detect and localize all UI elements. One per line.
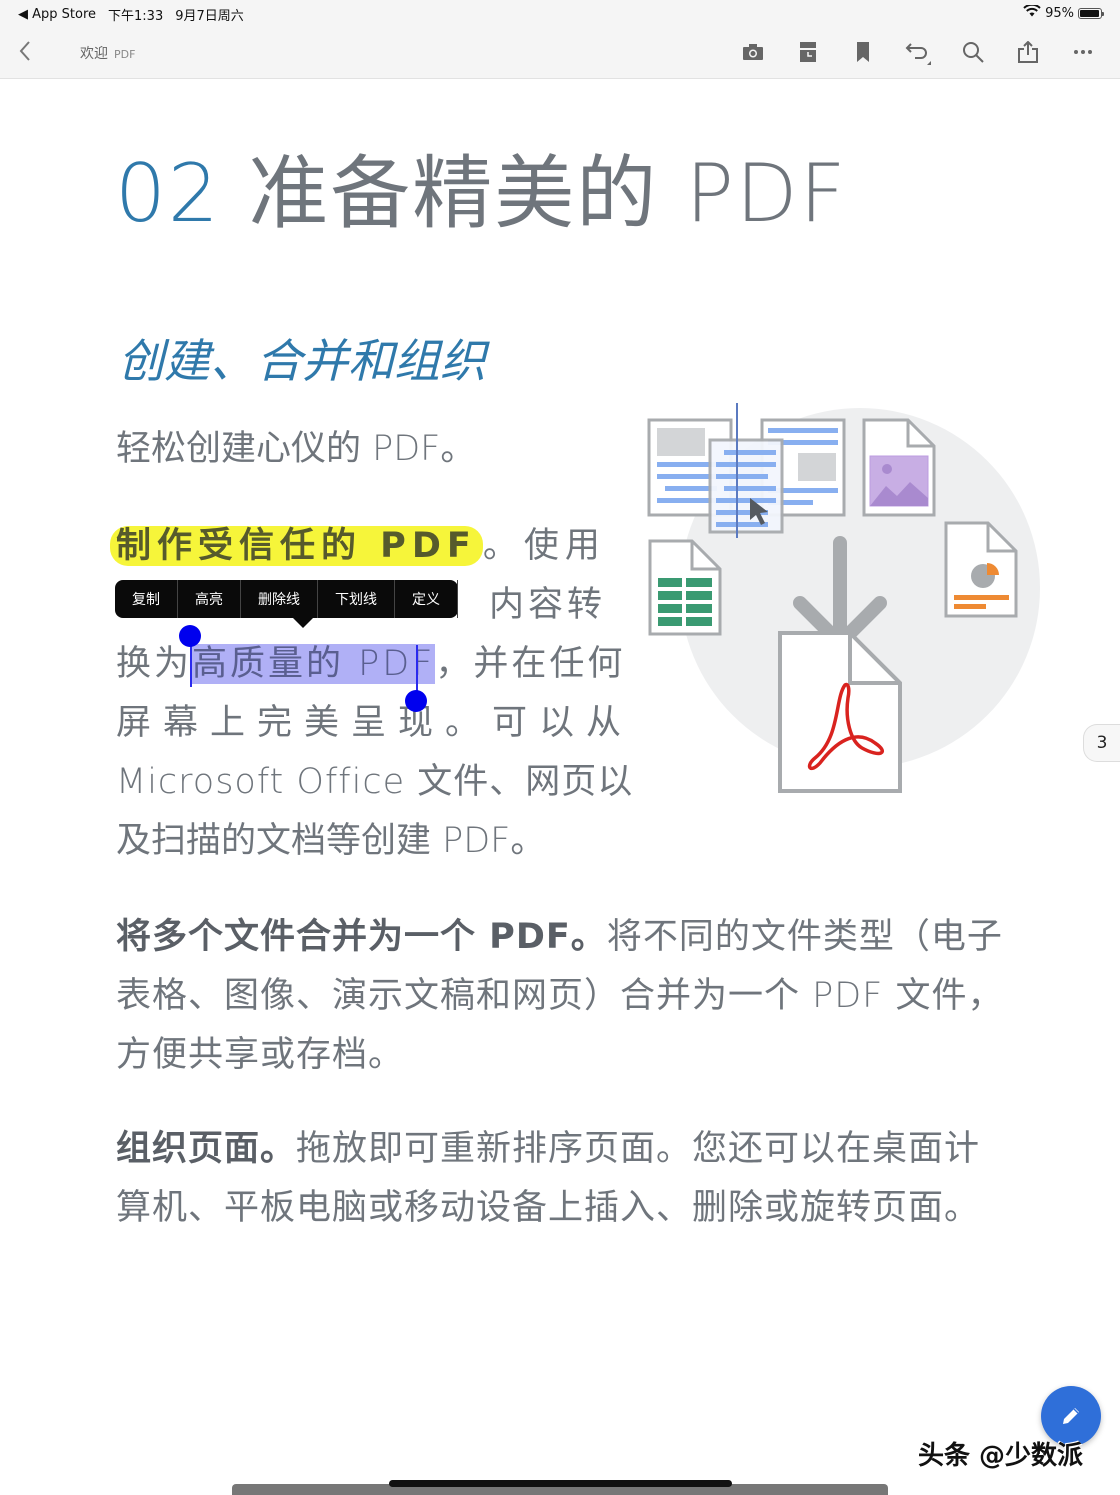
menu-define[interactable]: 定义 [395,580,458,618]
battery-percent: 95% [1045,5,1074,21]
undo-button[interactable] [890,36,945,68]
page-number-indicator[interactable]: 3 [1083,724,1120,762]
para1-line1[interactable]: 制作受信任的 PDF 。使用 [110,517,606,576]
share-button[interactable] [1000,36,1055,68]
search-icon [962,42,984,63]
para1-line4: 屏幕上完美呈现。可以从 [116,703,634,743]
paragraph-organize: 组织页面。拖放即可重新排序页面。您还可以在桌面计算机、平板电脑或移动设备上插入、… [116,1120,1006,1238]
paragraph-combine: 将多个文件合并为一个 PDF。将不同的文件类型（电子表格、图像、演示文稿和网页）… [116,908,1006,1085]
chevron-left-icon [19,41,30,61]
para1-line5: Microsoft Office 文件、网页以 [116,762,634,802]
menu-underline[interactable]: 下划线 [318,580,395,618]
menu-copy[interactable]: 复制 [115,580,178,618]
pages-icon [799,42,816,62]
bookmark-button[interactable] [835,36,890,68]
para1-line1-tail: 。使用 [482,526,606,566]
selection-start-caret [190,645,192,687]
image-document-icon [862,418,936,517]
highlighted-text[interactable]: 制作受信任的 PDF [110,526,483,566]
pencil-icon [1063,1408,1079,1424]
document-title-text: 欢迎 [80,46,108,62]
para1-line6: 及扫描的文档等创建 PDF。 [116,821,546,861]
more-button[interactable] [1055,36,1110,68]
selection-start-handle[interactable] [179,625,201,647]
document-type-label: PDF [114,48,136,61]
create-pdf-illustration [647,403,1040,793]
back-to-app-link[interactable]: ◀ App Store [18,7,96,22]
status-date: 9月7日周六 [175,9,244,24]
intro-paragraph: 轻松创建心仪的 PDF。 [116,429,476,469]
camera-icon [742,44,763,60]
app-toolbar: 欢迎 PDF [0,26,1120,79]
home-indicator[interactable] [389,1480,732,1487]
back-button[interactable] [14,38,36,64]
bookmark-icon [856,42,869,62]
selection-end-caret [416,645,418,691]
text-context-menu: 复制 高亮 删除线 下划线 定义 [115,580,458,628]
paragraph-combine-lead: 将多个文件合并为一个 PDF。 [116,917,607,957]
search-button[interactable] [945,36,1000,68]
status-time: 下午1:33 [108,9,164,24]
document-title: 欢迎 PDF [80,43,135,63]
undo-icon [905,43,931,65]
selection-end-handle[interactable] [405,690,427,712]
wifi-icon [1023,3,1041,21]
para1-line2-tail: 内容转 [489,585,607,625]
page-heading: 02 准备精美的 PDF [115,150,848,238]
section-subheading: 创建、合并和组织 [118,334,486,388]
more-icon [1073,50,1092,54]
toolbar-tools [725,36,1110,68]
heading-number: 02 [115,147,221,240]
para1-before-selection: 换为 [116,644,193,684]
page-thumbnails-button[interactable] [780,36,835,68]
menu-highlight[interactable]: 高亮 [178,580,241,618]
menu-pointer [293,618,313,628]
watermark: 头条 @少数派 [918,1441,1084,1471]
paragraph-organize-lead: 组织页面。 [116,1129,297,1169]
selected-text[interactable]: 高质量的 PDF [192,644,436,684]
menu-strikethrough[interactable]: 删除线 [241,580,318,618]
share-icon [1017,41,1038,63]
heading-text: 准备精美的 PDF [220,147,848,240]
camera-button[interactable] [725,36,780,68]
status-bar: ◀ App Store 下午1:33 9月7日周六 95% [0,0,1120,26]
battery-icon [1078,7,1104,19]
para1-after-selection: ，并在任何 [435,644,626,684]
